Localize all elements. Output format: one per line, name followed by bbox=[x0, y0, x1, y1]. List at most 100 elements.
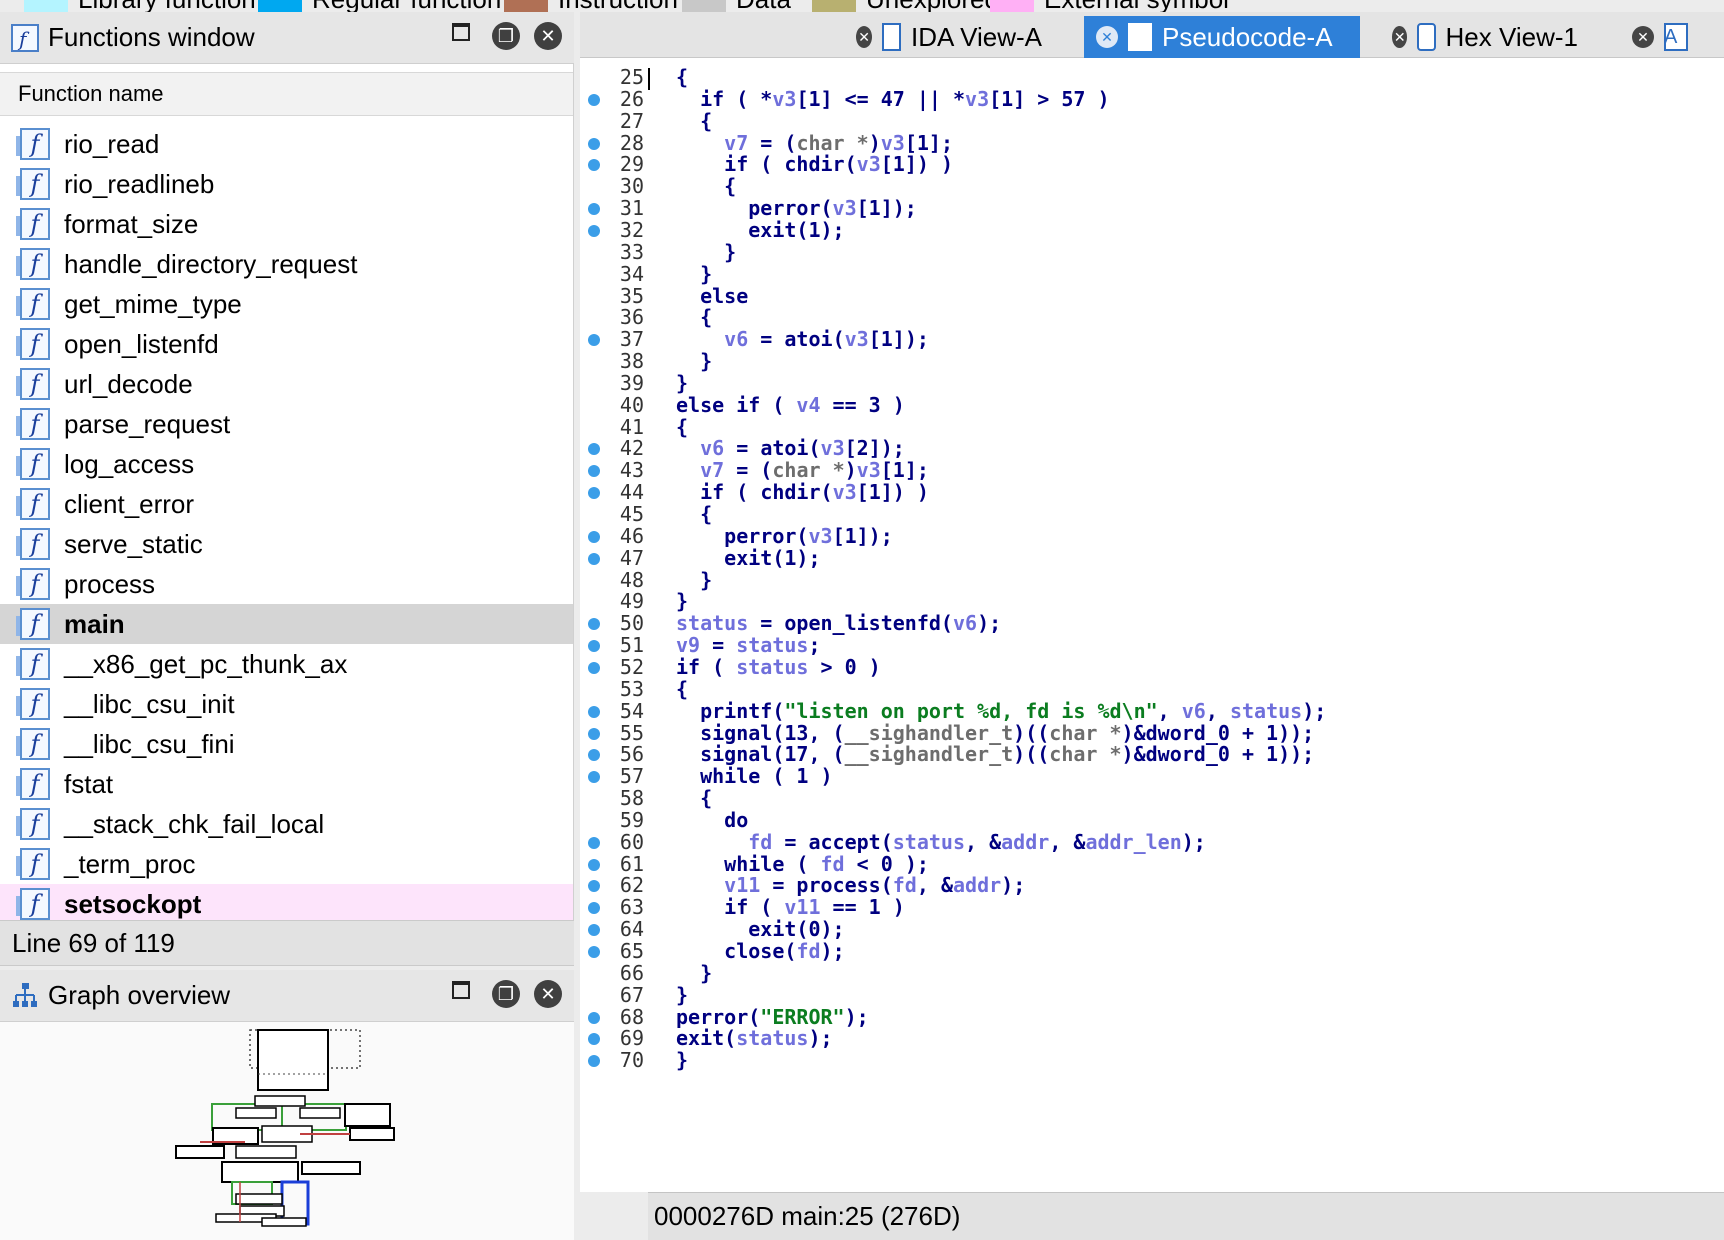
breakpoint-dot-icon[interactable] bbox=[588, 137, 600, 150]
code-line[interactable]: perror(v3[1]); bbox=[676, 525, 893, 547]
gutter-line[interactable]: 49 bbox=[580, 590, 648, 612]
column-header-function-name[interactable]: Function name bbox=[0, 72, 573, 116]
gutter-line[interactable]: 64 bbox=[580, 918, 648, 940]
code-line[interactable]: v7 = (char *)v3[1]; bbox=[676, 459, 929, 481]
gutter-line[interactable]: 36 bbox=[580, 306, 648, 328]
breakpoint-dot-icon[interactable] bbox=[588, 902, 600, 915]
gutter-line[interactable]: 51 bbox=[580, 634, 648, 656]
gutter-line[interactable]: 32 bbox=[580, 219, 648, 241]
code-line[interactable]: perror("ERROR"); bbox=[676, 1006, 869, 1028]
gutter-line[interactable]: 43 bbox=[580, 459, 648, 481]
code-line[interactable]: close(fd); bbox=[676, 940, 844, 962]
code-line[interactable]: perror(v3[1]); bbox=[676, 197, 917, 219]
gutter-line[interactable]: 45 bbox=[580, 503, 648, 525]
code-line[interactable]: if ( status > 0 ) bbox=[676, 656, 881, 678]
gutter-line[interactable]: 60 bbox=[580, 831, 648, 853]
gutter-line[interactable]: 69 bbox=[580, 1027, 648, 1049]
breakpoint-dot-icon[interactable] bbox=[588, 618, 600, 631]
pseudocode-editor[interactable]: { if ( *v3[1] <= 47 || *v3[1] > 57 ) { v… bbox=[648, 58, 1724, 1192]
gutter-line[interactable]: 47 bbox=[580, 547, 648, 569]
code-line[interactable]: } bbox=[676, 350, 712, 372]
restore-icon[interactable]: ❐ bbox=[492, 22, 520, 50]
function-row[interactable]: f __stack_chk_fail_local bbox=[0, 804, 573, 844]
function-row[interactable]: f setsockopt bbox=[0, 884, 573, 920]
code-line[interactable]: { bbox=[676, 175, 736, 197]
function-row[interactable]: f fstat bbox=[0, 764, 573, 804]
gutter-line[interactable]: 44 bbox=[580, 481, 648, 503]
function-row[interactable]: f main bbox=[0, 604, 573, 644]
code-line[interactable]: { bbox=[676, 306, 712, 328]
gutter-line[interactable]: 46 bbox=[580, 525, 648, 547]
gutter-line[interactable]: 33 bbox=[580, 241, 648, 263]
maximize-icon[interactable] bbox=[452, 23, 470, 41]
gutter-line[interactable]: 56 bbox=[580, 743, 648, 765]
code-line[interactable]: exit(0); bbox=[676, 918, 844, 940]
code-line[interactable]: } bbox=[676, 372, 688, 394]
gutter-line[interactable]: 67 bbox=[580, 984, 648, 1006]
line-number-gutter[interactable]: 25 26 27 28 29 30 31 32 33 34 35 36 37 38 39 40 41 42 43 44… bbox=[580, 58, 648, 1192]
code-line[interactable]: signal(17, (__sighandler_t)((char *)&dwo… bbox=[676, 743, 1314, 765]
gutter-line[interactable]: 27 bbox=[580, 110, 648, 132]
function-row[interactable]: f get_mime_type bbox=[0, 284, 573, 324]
breakpoint-dot-icon[interactable] bbox=[588, 836, 600, 849]
close-icon[interactable]: ✕ bbox=[534, 980, 562, 1008]
gutter-line[interactable]: 57 bbox=[580, 765, 648, 787]
close-icon[interactable]: ✕ bbox=[1632, 26, 1654, 48]
breakpoint-dot-icon[interactable] bbox=[588, 880, 600, 893]
gutter-line[interactable]: 26 bbox=[580, 88, 648, 110]
breakpoint-dot-icon[interactable] bbox=[588, 443, 600, 456]
code-line[interactable]: exit(1); bbox=[676, 219, 844, 241]
code-line[interactable]: } bbox=[676, 1049, 688, 1071]
breakpoint-dot-icon[interactable] bbox=[588, 465, 600, 478]
restore-icon[interactable]: ❐ bbox=[492, 980, 520, 1008]
breakpoint-dot-icon[interactable] bbox=[588, 1011, 600, 1024]
functions-window-header[interactable]: f Functions window ❐ ✕ bbox=[0, 12, 574, 64]
function-row[interactable]: f client_error bbox=[0, 484, 573, 524]
code-line[interactable]: v9 = status; bbox=[676, 634, 821, 656]
breakpoint-dot-icon[interactable] bbox=[588, 946, 600, 958]
code-line[interactable]: if ( v11 == 1 ) bbox=[676, 896, 905, 918]
gutter-line[interactable]: 30 bbox=[580, 175, 648, 197]
gutter-line[interactable]: 41 bbox=[580, 416, 648, 438]
function-row[interactable]: f rio_readlineb bbox=[0, 164, 573, 204]
code-line[interactable]: while ( fd < 0 ); bbox=[676, 853, 929, 875]
code-line[interactable]: { bbox=[676, 416, 688, 438]
function-row[interactable]: f open_listenfd bbox=[0, 324, 573, 364]
code-line[interactable]: exit(1); bbox=[676, 547, 820, 569]
gutter-line[interactable]: 37 bbox=[580, 328, 648, 350]
code-line[interactable]: { bbox=[676, 503, 712, 525]
breakpoint-dot-icon[interactable] bbox=[588, 640, 600, 653]
code-line[interactable]: printf("listen on port %d, fd is %d\n", … bbox=[676, 700, 1326, 722]
code-line[interactable]: if ( chdir(v3[1]) ) bbox=[676, 481, 929, 503]
gutter-line[interactable]: 34 bbox=[580, 263, 648, 285]
function-row[interactable]: f _term_proc bbox=[0, 844, 573, 884]
breakpoint-dot-icon[interactable] bbox=[588, 334, 600, 347]
code-line[interactable]: { bbox=[676, 110, 712, 132]
breakpoint-dot-icon[interactable] bbox=[588, 224, 600, 237]
breakpoint-dot-icon[interactable] bbox=[588, 771, 600, 784]
function-row[interactable]: f parse_request bbox=[0, 404, 573, 444]
gutter-line[interactable]: 65 bbox=[580, 940, 648, 962]
gutter-line[interactable]: 39 bbox=[580, 372, 648, 394]
code-line[interactable]: v6 = atoi(v3[1]); bbox=[676, 328, 929, 350]
function-row[interactable]: f __libc_csu_fini bbox=[0, 724, 573, 764]
code-line[interactable]: } bbox=[676, 984, 688, 1006]
close-icon[interactable]: ✕ bbox=[1096, 26, 1118, 48]
breakpoint-dot-icon[interactable] bbox=[588, 530, 600, 543]
breakpoint-dot-icon[interactable] bbox=[588, 858, 600, 871]
gutter-line[interactable]: 63 bbox=[580, 896, 648, 918]
breakpoint-dot-icon[interactable] bbox=[588, 1055, 600, 1068]
gutter-line[interactable]: 31 bbox=[580, 197, 648, 219]
code-line[interactable]: signal(13, (__sighandler_t)((char *)&dwo… bbox=[676, 722, 1314, 744]
gutter-line[interactable]: 35 bbox=[580, 285, 648, 307]
code-line[interactable]: } bbox=[676, 569, 712, 591]
code-line[interactable]: } bbox=[676, 962, 712, 984]
gutter-line[interactable]: 28 bbox=[580, 132, 648, 154]
gutter-line[interactable]: 52 bbox=[580, 656, 648, 678]
breakpoint-dot-icon[interactable] bbox=[588, 1033, 600, 1046]
gutter-line[interactable]: 61 bbox=[580, 853, 648, 875]
gutter-line[interactable]: 40 bbox=[580, 394, 648, 416]
code-line[interactable]: while ( 1 ) bbox=[676, 765, 832, 787]
gutter-line[interactable]: 58 bbox=[580, 787, 648, 809]
gutter-line[interactable]: 55 bbox=[580, 722, 648, 744]
